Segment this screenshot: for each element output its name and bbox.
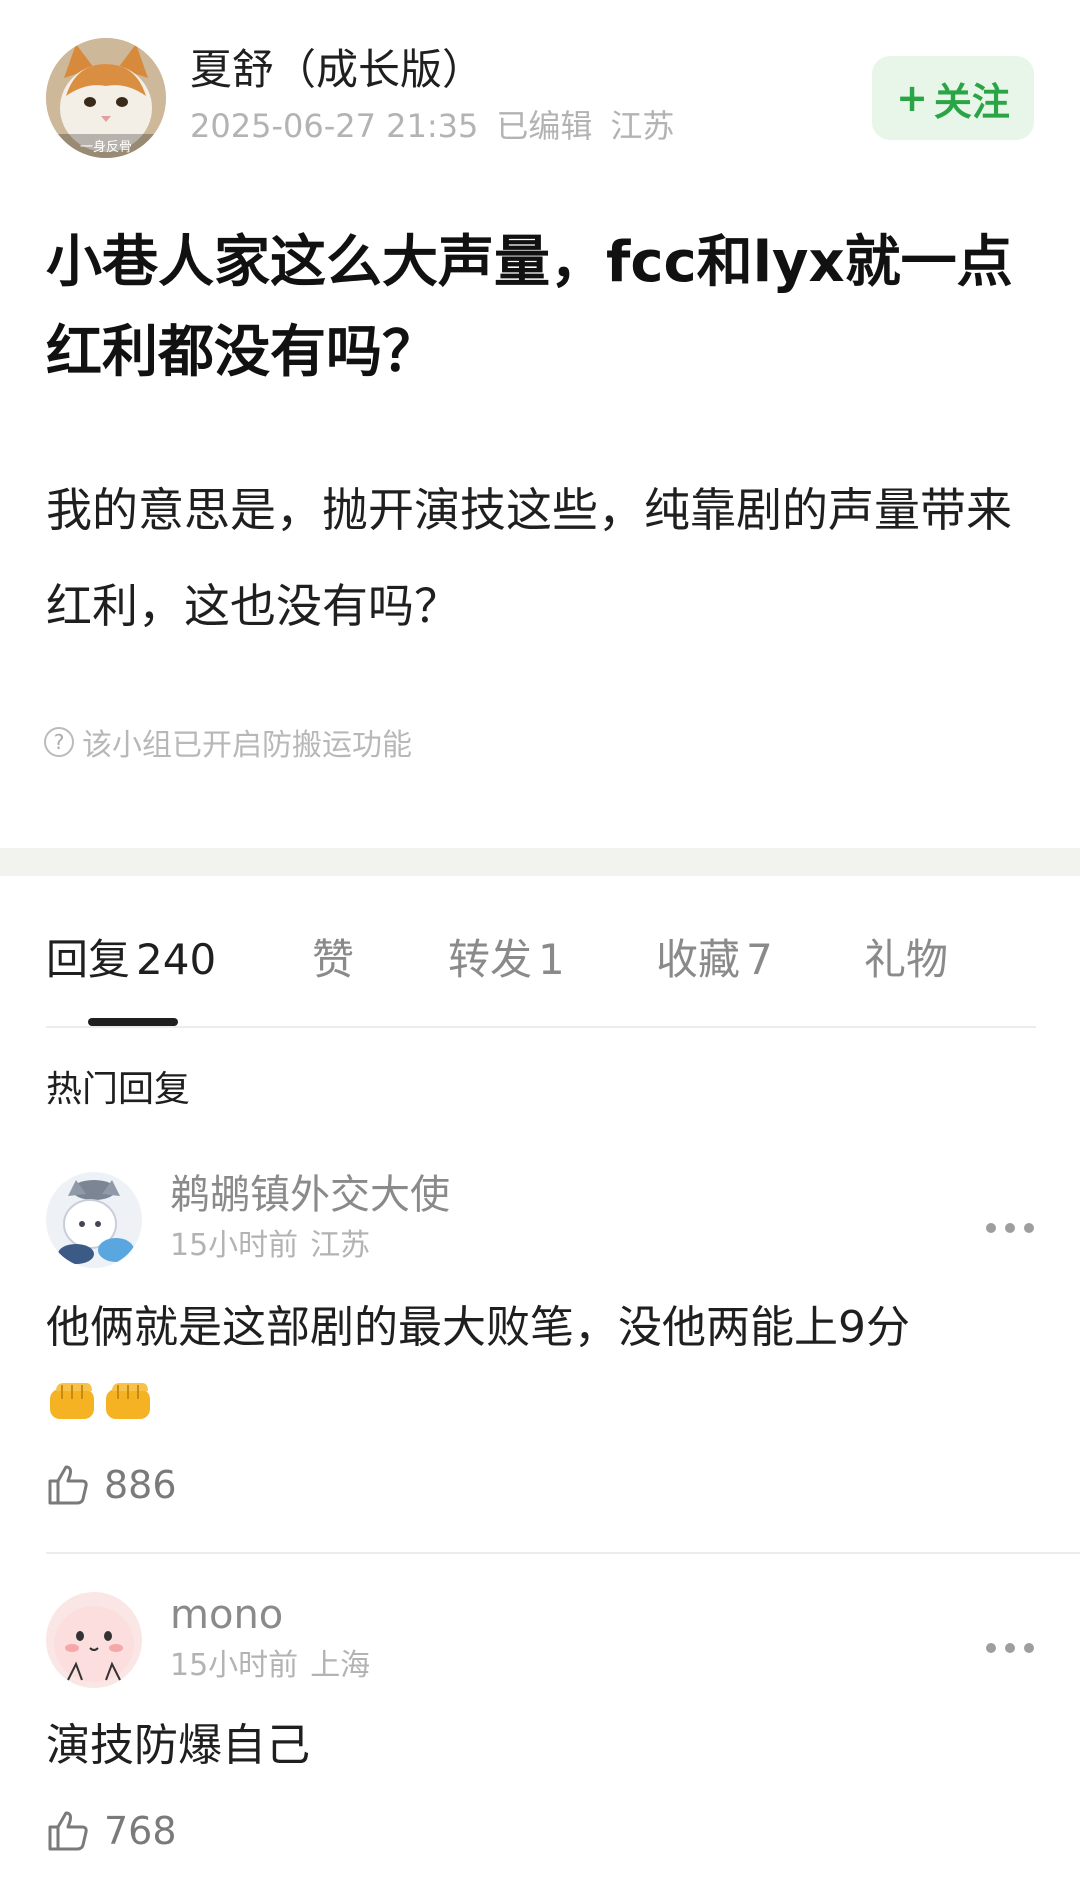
tabs-divider bbox=[46, 1026, 1036, 1028]
more-options-icon[interactable] bbox=[986, 1640, 1034, 1656]
anti-repost-notice[interactable]: ? 该小组已开启防搬运功能 bbox=[44, 720, 412, 764]
avatar-caption: 一身反骨 bbox=[80, 139, 132, 155]
section-divider bbox=[0, 848, 1080, 876]
comment-text: 他俩就是这部剧的最大败笔，没他两能上9分 bbox=[46, 1292, 1036, 1436]
author-avatar[interactable]: 一身反骨 bbox=[46, 38, 166, 158]
comment-meta: 15小时前 上海 bbox=[170, 1646, 370, 1686]
comment-time: 15小时前 bbox=[170, 1648, 299, 1683]
plus-icon: + bbox=[896, 76, 928, 120]
tab-favorites[interactable]: 收藏 7 bbox=[656, 930, 773, 990]
active-tab-indicator bbox=[88, 1018, 178, 1026]
commenter-avatar[interactable] bbox=[46, 1172, 142, 1268]
fist-emoji-icon bbox=[106, 1383, 150, 1419]
more-options-icon[interactable] bbox=[986, 1220, 1034, 1236]
tab-label: 回复 bbox=[46, 935, 131, 984]
post-header: 一身反骨 夏舒（成长版） 2025-06-27 21:35 已编辑 江苏 + 关注 bbox=[0, 0, 1080, 180]
tab-label: 转发 bbox=[448, 935, 533, 984]
author-name[interactable]: 夏舒（成长版） bbox=[190, 44, 484, 96]
hot-replies-heading: 热门回复 bbox=[46, 1069, 191, 1110]
reply-tabs: 回复 240 赞 转发 1 收藏 7 礼物 bbox=[46, 930, 1036, 1000]
post-meta: 2025-06-27 21:35 已编辑 江苏 bbox=[190, 106, 674, 146]
comment-divider bbox=[46, 1552, 1080, 1554]
thumbs-up-icon bbox=[48, 1811, 88, 1851]
tab-label: 礼物 bbox=[864, 935, 949, 984]
tab-gifts[interactable]: 礼物 bbox=[864, 930, 948, 990]
post-body: 我的意思是，抛开演技这些，纯靠剧的声量带来红利，这也没有吗？ bbox=[46, 483, 1012, 633]
commenter-avatar[interactable] bbox=[46, 1592, 142, 1688]
question-icon: ? bbox=[44, 727, 74, 757]
like-button[interactable]: 768 bbox=[46, 1806, 177, 1856]
like-count: 768 bbox=[104, 1809, 177, 1853]
comment-time: 15小时前 bbox=[170, 1228, 299, 1263]
post-title: 小巷人家这么大声量，fcc和lyx就一点红利都没有吗？ bbox=[46, 230, 1013, 385]
post-location: 江苏 bbox=[610, 107, 675, 145]
comment-text: 演技防爆自己 bbox=[46, 1720, 310, 1771]
like-button[interactable]: 886 bbox=[46, 1460, 177, 1510]
tab-count: 1 bbox=[538, 935, 565, 984]
comment-meta: 15小时前 江苏 bbox=[170, 1226, 370, 1266]
follow-button[interactable]: + 关注 bbox=[872, 56, 1034, 140]
post-timestamp: 2025-06-27 21:35 bbox=[190, 107, 479, 145]
tab-likes[interactable]: 赞 bbox=[312, 930, 354, 990]
tab-count: 7 bbox=[746, 935, 773, 984]
thumbs-up-icon bbox=[48, 1465, 88, 1505]
comment-body: 他俩就是这部剧的最大败笔，没他两能上9分 bbox=[46, 1302, 910, 1353]
fist-emoji-icon bbox=[50, 1383, 94, 1419]
edited-flag: 已编辑 bbox=[496, 107, 593, 145]
tab-replies[interactable]: 回复 240 bbox=[46, 930, 216, 990]
like-count: 886 bbox=[104, 1463, 177, 1507]
notice-text: 该小组已开启防搬运功能 bbox=[82, 728, 412, 763]
comment-location: 江苏 bbox=[310, 1228, 371, 1263]
post-page: 一身反骨 夏舒（成长版） 2025-06-27 21:35 已编辑 江苏 + 关注 小… bbox=[0, 0, 1080, 1902]
tab-label: 赞 bbox=[312, 935, 355, 984]
tab-label: 收藏 bbox=[656, 935, 741, 984]
cat-avatar-icon: 一身反骨 bbox=[46, 38, 166, 158]
anime-character-avatar-icon bbox=[46, 1172, 142, 1268]
follow-label: 关注 bbox=[933, 79, 1010, 124]
tab-reposts[interactable]: 转发 1 bbox=[448, 930, 565, 990]
commenter-name[interactable]: mono bbox=[170, 1590, 283, 1640]
tab-count: 240 bbox=[136, 935, 217, 984]
pink-blob-avatar-icon bbox=[46, 1592, 142, 1688]
comment-location: 上海 bbox=[310, 1648, 371, 1683]
commenter-name[interactable]: 鹈鹕镇外交大使 bbox=[170, 1170, 450, 1220]
